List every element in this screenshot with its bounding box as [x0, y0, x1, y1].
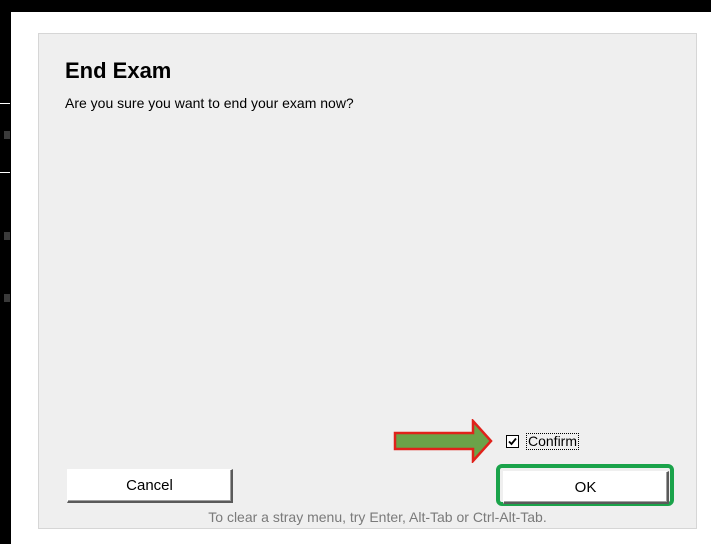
arrow-right-icon	[393, 419, 493, 463]
checkbox-box[interactable]	[506, 434, 519, 448]
end-exam-dialog: End Exam Are you sure you want to end yo…	[38, 33, 697, 529]
background-window-glyph	[4, 232, 10, 240]
check-icon	[508, 437, 517, 445]
ok-button[interactable]: OK	[503, 471, 669, 504]
background-window-edge	[0, 172, 10, 173]
dialog-title: End Exam	[65, 58, 172, 83]
cancel-button[interactable]: Cancel	[67, 469, 233, 503]
confirm-checkbox[interactable]: Confirm	[506, 432, 580, 450]
dialog-message: Are you sure you want to end your exam n…	[65, 95, 354, 111]
confirm-label[interactable]: Confirm	[526, 432, 580, 450]
background-window-edge	[0, 103, 10, 104]
background-window-glyph	[4, 294, 10, 302]
background-window-glyph	[4, 131, 10, 139]
hint-text: To clear a stray menu, try Enter, Alt-Ta…	[208, 509, 547, 525]
